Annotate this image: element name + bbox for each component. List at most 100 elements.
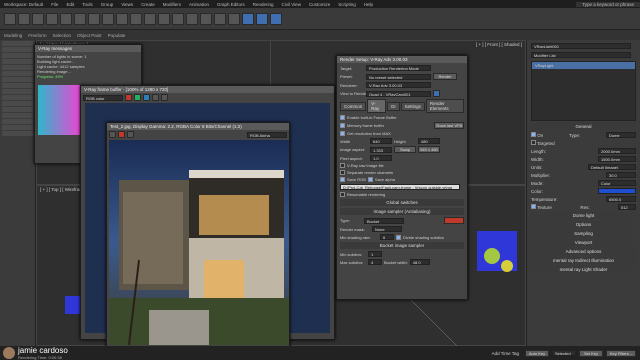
- mental-ray-shader-rollout[interactable]: mental ray Light Shader: [530, 266, 637, 273]
- show-last-vfb-button[interactable]: Show last VFB: [434, 122, 464, 129]
- list-item[interactable]: [2, 47, 33, 52]
- scale-icon[interactable]: [130, 12, 142, 25]
- get-resolution-checkbox[interactable]: [340, 131, 345, 136]
- redo-icon[interactable]: [18, 12, 30, 25]
- green-channel-icon[interactable]: [134, 94, 141, 101]
- mirror-icon[interactable]: [172, 12, 184, 25]
- ribbon-tab-modeling[interactable]: Modeling: [4, 33, 22, 38]
- save-icon[interactable]: [109, 131, 116, 138]
- output-path-field[interactable]: D:\Proj-Cat_Rehouse\Fagli-cam-frame - Vr…: [340, 184, 460, 190]
- raw-image-checkbox[interactable]: [340, 163, 345, 168]
- list-item[interactable]: [2, 119, 33, 124]
- divide-shading-checkbox[interactable]: [396, 234, 401, 240]
- list-item[interactable]: [2, 77, 33, 82]
- width-field[interactable]: 640: [370, 138, 392, 144]
- clear-image-icon[interactable]: [161, 94, 168, 101]
- rect-select-icon[interactable]: [88, 12, 100, 25]
- undo-icon[interactable]: [4, 12, 16, 25]
- general-rollout[interactable]: General: [530, 123, 637, 130]
- sampling-rollout[interactable]: Sampling: [530, 230, 637, 237]
- tab-vray[interactable]: V-Ray: [367, 99, 386, 113]
- modifier-stack[interactable]: VRayLight: [531, 61, 636, 121]
- menu-customize[interactable]: Customize: [305, 2, 334, 7]
- resumable-checkbox[interactable]: [340, 192, 345, 197]
- ribbon-tab-selection[interactable]: Selection: [53, 33, 72, 38]
- unlink-icon[interactable]: [46, 12, 58, 25]
- menu-group[interactable]: Group: [97, 2, 118, 7]
- bucket-width-field[interactable]: 48.0: [409, 259, 430, 265]
- tab-render-elements[interactable]: Render Elements: [425, 99, 464, 113]
- render-setup-dialog[interactable]: Render Setup: V-Ray Adv 3.00.03 Target: …: [336, 55, 468, 300]
- viewport-label[interactable]: [ + ] [ Front ] [ Shaded ]: [271, 41, 525, 48]
- list-item[interactable]: [2, 41, 33, 46]
- length-field[interactable]: 2000.0mm: [598, 148, 636, 154]
- layer-icon[interactable]: [200, 12, 212, 25]
- save-alpha-checkbox[interactable]: [367, 177, 373, 182]
- modifier-list-select[interactable]: Modifier List: [531, 52, 631, 58]
- menu-civil-view[interactable]: Civil View: [278, 2, 305, 7]
- search-input[interactable]: Type a keyword or phrase: [576, 1, 640, 7]
- light-type-select[interactable]: Dome: [605, 132, 636, 138]
- list-item[interactable]: [2, 101, 33, 106]
- menu-rendering[interactable]: Rendering: [249, 2, 278, 7]
- menu-file[interactable]: File: [47, 2, 62, 7]
- menu-help[interactable]: Help: [360, 2, 377, 7]
- blue-channel-icon[interactable]: [143, 94, 150, 101]
- min-subdivs-field[interactable]: 1: [368, 251, 382, 257]
- tab-gi[interactable]: GI: [386, 101, 400, 111]
- render-icon[interactable]: [270, 12, 282, 25]
- select-by-name-icon[interactable]: [74, 12, 86, 25]
- red-channel-icon[interactable]: [118, 131, 125, 138]
- mental-ray-indirect-rollout[interactable]: mental ray Indirect Illumination: [530, 257, 637, 264]
- angle-snap-icon[interactable]: [158, 12, 170, 25]
- ribbon-tab-freeform[interactable]: Freeform: [28, 33, 46, 38]
- curve-editor-icon[interactable]: [214, 12, 226, 25]
- sampler-type-select[interactable]: Bucket: [364, 217, 404, 224]
- min-shading-field[interactable]: 6: [380, 234, 394, 240]
- list-item[interactable]: [2, 65, 33, 70]
- render-mask-select[interactable]: None: [372, 226, 402, 232]
- list-item[interactable]: [2, 59, 33, 64]
- list-item[interactable]: [2, 113, 33, 118]
- targeted-checkbox[interactable]: [531, 140, 536, 145]
- temperature-field[interactable]: 6500.0: [606, 196, 636, 202]
- render-setup-title[interactable]: Render Setup: V-Ray Adv 3.00.03: [337, 56, 467, 63]
- channel-select[interactable]: RGB Alpha: [247, 131, 287, 138]
- bucket-sampler-rollout[interactable]: Bucket image sampler: [340, 242, 464, 249]
- renderer-select[interactable]: V-Ray Adv 3.00.03: [366, 82, 431, 88]
- menu-tools[interactable]: Tools: [78, 2, 97, 7]
- memory-frame-buffer-checkbox[interactable]: [340, 123, 345, 128]
- clone-icon[interactable]: [127, 131, 134, 138]
- texture-checkbox[interactable]: [531, 204, 536, 209]
- preset-select[interactable]: No preset selected: [366, 73, 431, 80]
- align-icon[interactable]: [186, 12, 198, 25]
- list-item[interactable]: [2, 107, 33, 112]
- vray-help-icon[interactable]: [444, 217, 464, 224]
- list-item[interactable]: [2, 53, 33, 58]
- dome-light-rollout[interactable]: Dome light: [530, 212, 637, 219]
- enable-vfb-checkbox[interactable]: [340, 115, 345, 120]
- image-sampler-rollout[interactable]: Image sampler (Antialiasing): [340, 208, 464, 215]
- set-key-button[interactable]: Set Key: [579, 349, 603, 357]
- options-rollout[interactable]: Options: [530, 221, 637, 228]
- ribbon-tab-populate[interactable]: Populate: [108, 33, 126, 38]
- add-time-tag-button[interactable]: Add Time Tag: [492, 351, 519, 356]
- on-checkbox[interactable]: [531, 132, 536, 137]
- red-channel-icon[interactable]: [125, 94, 132, 101]
- stack-item[interactable]: VRayLight: [532, 62, 635, 69]
- list-item[interactable]: [2, 83, 33, 88]
- tab-settings[interactable]: Settings: [400, 101, 425, 111]
- menu-create[interactable]: Create: [137, 2, 159, 7]
- res-field[interactable]: 512: [617, 204, 636, 210]
- menu-views[interactable]: Views: [117, 2, 137, 7]
- list-item[interactable]: [2, 71, 33, 76]
- select-icon[interactable]: [60, 12, 72, 25]
- resolution-preset-button[interactable]: 640 x 480: [418, 146, 440, 153]
- multiplier-field[interactable]: 30.0: [606, 172, 636, 178]
- lock-view-icon[interactable]: [433, 90, 440, 97]
- swap-button[interactable]: Swap: [394, 146, 416, 153]
- move-icon[interactable]: [102, 12, 114, 25]
- global-switches-rollout[interactable]: Global switches: [340, 199, 464, 206]
- image-aspect-field[interactable]: 1.333: [370, 146, 392, 153]
- selected-select[interactable]: Selected: [552, 350, 576, 356]
